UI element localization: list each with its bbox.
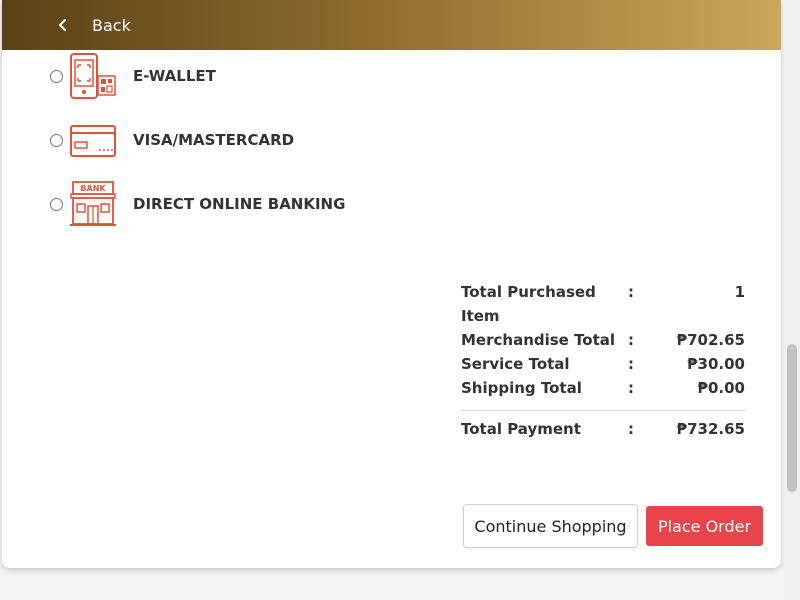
back-label: Back bbox=[92, 15, 131, 35]
summary-row-items: Total Purchased Item : 1 bbox=[461, 280, 745, 328]
summary-divider bbox=[461, 410, 745, 411]
e-wallet-label: E-WALLET bbox=[133, 67, 216, 85]
summary-row-merchandise: Merchandise Total : ₱702.65 bbox=[461, 328, 745, 352]
summary-row-service: Service Total : ₱30.00 bbox=[461, 352, 745, 376]
payment-option-banking[interactable]: BANK DIRECT ONLINE BANKING bbox=[50, 180, 345, 228]
summary-value: ₱30.00 bbox=[687, 355, 745, 373]
banking-radio[interactable] bbox=[50, 197, 63, 211]
total-payment-label: Total Payment bbox=[461, 420, 581, 438]
checkout-card: Back E-WALLET VISA/MASTERCARD BANK DIREC… bbox=[2, 0, 781, 568]
summary-row-total: Total Payment : ₱732.65 bbox=[461, 417, 745, 441]
payment-option-e-wallet[interactable]: E-WALLET bbox=[50, 52, 216, 100]
chevron-left-icon bbox=[59, 19, 66, 31]
continue-shopping-button[interactable]: Continue Shopping bbox=[463, 504, 638, 548]
scrollbar-thumb[interactable] bbox=[787, 344, 797, 492]
bank-icon: BANK bbox=[69, 180, 117, 228]
e-wallet-radio[interactable] bbox=[50, 69, 63, 83]
summary-label: Shipping Total bbox=[461, 379, 582, 397]
top-bar: Back bbox=[2, 0, 781, 50]
bank-icon-text: BANK bbox=[80, 184, 106, 193]
credit-card-icon bbox=[69, 116, 117, 164]
total-payment-value: ₱732.65 bbox=[676, 420, 745, 438]
summary-label: Total Purchased Item bbox=[461, 283, 596, 325]
summary-value: ₱0.00 bbox=[697, 379, 745, 397]
back-button[interactable]: Back bbox=[56, 16, 131, 35]
summary-row-shipping: Shipping Total : ₱0.00 bbox=[461, 376, 745, 400]
summary-separator: : bbox=[628, 331, 634, 349]
order-summary: Total Purchased Item : 1 Merchandise Tot… bbox=[461, 280, 745, 441]
card-radio[interactable] bbox=[50, 133, 63, 147]
card-label: VISA/MASTERCARD bbox=[133, 131, 295, 149]
page-scrollbar[interactable] bbox=[784, 0, 800, 600]
summary-separator: : bbox=[628, 420, 634, 438]
place-order-button[interactable]: Place Order bbox=[646, 506, 763, 546]
banking-label: DIRECT ONLINE BANKING bbox=[133, 195, 346, 213]
summary-label: Service Total bbox=[461, 355, 570, 373]
summary-separator: : bbox=[628, 355, 634, 373]
summary-label: Merchandise Total bbox=[461, 331, 616, 349]
summary-value: 1 bbox=[734, 283, 745, 301]
e-wallet-icon bbox=[69, 52, 117, 100]
payment-option-card[interactable]: VISA/MASTERCARD bbox=[50, 116, 294, 164]
summary-value: ₱702.65 bbox=[676, 331, 745, 349]
summary-separator: : bbox=[628, 379, 634, 397]
summary-separator: : bbox=[628, 283, 634, 301]
